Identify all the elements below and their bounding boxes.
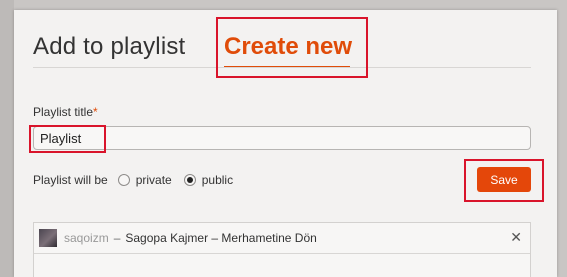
track-separator: – xyxy=(113,231,121,245)
playlist-dialog: Add to playlist Create new Playlist titl… xyxy=(14,10,557,277)
dialog-tabs: Add to playlist Create new xyxy=(14,10,557,68)
playlist-title-label-text: Playlist title xyxy=(33,105,94,119)
privacy-option-private-label: private xyxy=(135,173,172,187)
privacy-option-private[interactable]: private xyxy=(117,173,172,187)
page-backdrop xyxy=(0,0,14,277)
track-title[interactable]: Sagopa Kajmer – Merhametine Dön xyxy=(125,231,316,245)
track-thumbnail xyxy=(39,229,57,247)
privacy-option-public[interactable]: public xyxy=(183,173,234,187)
privacy-option-public-label: public xyxy=(201,173,234,187)
tabs-divider xyxy=(33,67,531,68)
privacy-label: Playlist will be xyxy=(33,173,108,187)
tab-create-new[interactable]: Create new xyxy=(224,33,352,61)
tab-add-to-playlist[interactable]: Add to playlist xyxy=(33,33,185,61)
required-marker: * xyxy=(93,105,98,119)
track-row: saqoizm – Sagopa Kajmer – Merhametine Dö… xyxy=(34,223,530,254)
privacy-setting: Playlist will be private public xyxy=(33,172,245,188)
radio-private[interactable] xyxy=(117,174,130,186)
playlist-title-label: Playlist title* xyxy=(33,105,98,119)
playlist-title-input[interactable] xyxy=(33,126,531,150)
close-icon[interactable]: ✕ xyxy=(510,230,522,244)
radio-public[interactable] xyxy=(183,174,196,186)
save-button[interactable]: Save xyxy=(477,167,531,192)
track-list: saqoizm – Sagopa Kajmer – Merhametine Dö… xyxy=(33,222,531,277)
track-user[interactable]: saqoizm xyxy=(64,231,109,245)
